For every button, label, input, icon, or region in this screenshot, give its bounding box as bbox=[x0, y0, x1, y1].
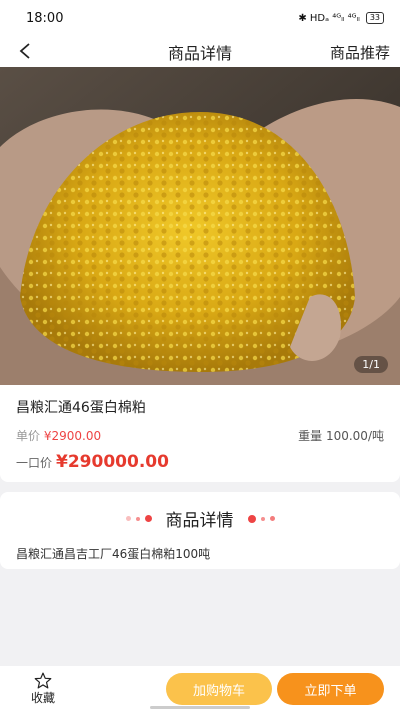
signal-indicators: ✱ HDₐ ⁴ᴳₗₗ ⁴ᴳₗₗ bbox=[298, 12, 360, 24]
home-indicator[interactable] bbox=[150, 706, 250, 709]
favorite-button[interactable]: 收藏 bbox=[0, 672, 86, 706]
product-name: 昌粮汇通46蛋白棉粕 bbox=[16, 400, 146, 416]
details-text: 昌粮汇通昌吉工厂46蛋白棉粕100吨 bbox=[16, 547, 211, 561]
battery-icon: 33 bbox=[365, 12, 384, 24]
weight-label: 重量 bbox=[298, 429, 323, 443]
decorative-dots-left bbox=[125, 515, 152, 522]
bottom-action-bar: 收藏 加购物车 立即下单 bbox=[0, 666, 400, 711]
status-bar: 18:00 ✱ HDₐ ⁴ᴳₗₗ ⁴ᴳₗₗ 33 bbox=[0, 0, 400, 36]
nav-bar: 商品详情 商品推荐 bbox=[0, 36, 400, 67]
back-button[interactable] bbox=[12, 38, 38, 64]
star-outline-icon bbox=[34, 672, 52, 688]
add-to-cart-button[interactable]: 加购物车 bbox=[166, 673, 272, 705]
image-counter: 1/1 bbox=[354, 356, 388, 373]
product-details-card: 商品详情 昌粮汇通昌吉工厂46蛋白棉粕100吨 bbox=[0, 492, 400, 569]
status-indicators: ✱ HDₐ ⁴ᴳₗₗ ⁴ᴳₗₗ 33 bbox=[298, 12, 384, 24]
chevron-left-icon bbox=[19, 43, 30, 59]
status-time: 18:00 bbox=[26, 10, 64, 26]
unit-price-label: 单价 bbox=[16, 429, 41, 443]
total-price-label: 一口价 bbox=[16, 456, 53, 470]
product-photo bbox=[0, 67, 400, 385]
recommend-link[interactable]: 商品推荐 bbox=[330, 42, 390, 63]
details-heading: 商品详情 bbox=[165, 511, 234, 531]
buy-now-button[interactable]: 立即下单 bbox=[277, 673, 384, 705]
decorative-dots-right bbox=[247, 514, 275, 523]
product-info-card: 昌粮汇通46蛋白棉粕 单价 ¥2900.00 重量 100.00/吨 一口价 ¥… bbox=[0, 385, 400, 482]
weight-value: 100.00/吨 bbox=[325, 429, 384, 443]
total-price: ¥290000.00 bbox=[56, 452, 169, 472]
product-image-gallery[interactable]: 1/1 bbox=[0, 67, 400, 385]
favorite-label: 收藏 bbox=[30, 690, 55, 705]
unit-price: ¥2900.00 bbox=[43, 429, 102, 443]
